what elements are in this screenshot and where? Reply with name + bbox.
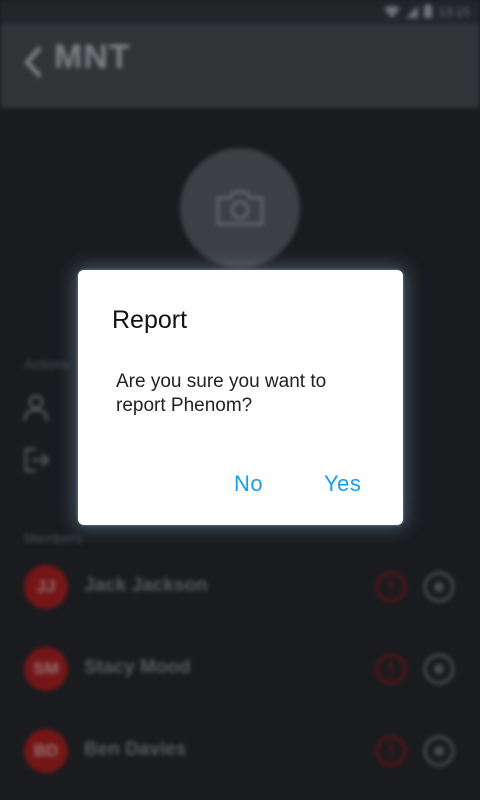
dialog-message: Are you sure you want to report Phenom? [116, 371, 327, 416]
no-button[interactable]: No [228, 466, 269, 502]
report-dialog: Report Are you sure you want to report P… [78, 270, 403, 525]
yes-button[interactable]: Yes [318, 466, 367, 502]
dialog-title: Report [112, 306, 188, 334]
